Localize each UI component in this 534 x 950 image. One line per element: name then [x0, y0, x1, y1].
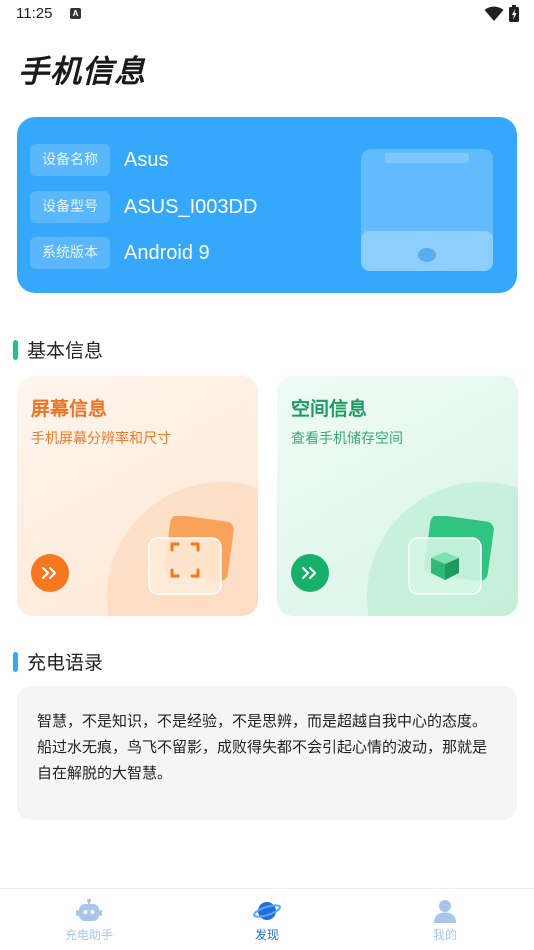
- quote-box: 智慧，不是知识，不是经验，不是思辨，而是超越自我中心的态度。船过水无痕，鸟飞不留…: [17, 686, 517, 820]
- wifi-icon: [484, 6, 504, 21]
- space-info-title: 空间信息: [291, 398, 368, 420]
- double-chevron-right-icon: [41, 566, 57, 580]
- quote-section-header: 充电语录: [13, 648, 103, 675]
- basic-info-section-header: 基本信息: [13, 336, 103, 363]
- status-bar: 11:25 A: [0, 0, 534, 28]
- planet-icon: [253, 902, 281, 920]
- quote-text: 智慧，不是知识，不是经验，不是思辨，而是超越自我中心的态度。船过水无痕，鸟飞不留…: [37, 712, 488, 782]
- screen-resize-icon: [148, 516, 234, 595]
- device-name-label: 设备名称: [30, 144, 110, 176]
- device-info-card: 设备名称 Asus 设备型号 ASUS_I003DD 系统版本 Android …: [17, 117, 517, 293]
- nav-item-discover[interactable]: 发现: [207, 899, 327, 943]
- device-model-value: ASUS_I003DD: [124, 195, 258, 218]
- screen-info-subtitle: 手机屏幕分辨率和尺寸: [31, 431, 171, 447]
- person-icon: [434, 900, 456, 923]
- screen-info-title: 屏幕信息: [31, 398, 108, 420]
- device-model-label: 设备型号: [30, 191, 110, 223]
- page-title: 手机信息: [18, 54, 146, 90]
- screen-info-go-button[interactable]: [31, 554, 69, 592]
- screen-info-card[interactable]: 屏幕信息 手机屏幕分辨率和尺寸: [17, 376, 258, 616]
- robot-icon: [76, 899, 102, 921]
- nav-label: 发现: [254, 928, 279, 942]
- system-version-value: Android 9: [124, 241, 210, 264]
- space-info-card[interactable]: 空间信息 查看手机储存空间: [277, 376, 518, 616]
- notification-icon: A: [70, 8, 81, 19]
- phone-illustration-icon: [361, 149, 493, 271]
- section-accent-bar: [13, 651, 18, 672]
- device-model-row: 设备型号 ASUS_I003DD: [30, 190, 257, 224]
- space-info-subtitle: 查看手机储存空间: [291, 431, 403, 447]
- nav-item-charge-assistant[interactable]: 充电助手: [29, 899, 149, 943]
- storage-box-icon: [408, 516, 494, 595]
- bottom-nav: 充电助手 发现 我的: [0, 888, 534, 950]
- double-chevron-right-icon: [301, 566, 317, 580]
- quote-section-title: 充电语录: [27, 652, 104, 674]
- space-info-go-button[interactable]: [291, 554, 329, 592]
- nav-label: 充电助手: [64, 928, 113, 942]
- system-version-row: 系统版本 Android 9: [30, 236, 210, 270]
- nav-item-mine[interactable]: 我的: [385, 899, 505, 943]
- basic-info-title: 基本信息: [27, 340, 104, 362]
- battery-icon: [509, 5, 519, 22]
- nav-label: 我的: [432, 928, 457, 942]
- status-time: 11:25: [16, 5, 53, 22]
- system-version-label: 系统版本: [30, 237, 110, 269]
- device-name-value: Asus: [124, 148, 169, 171]
- device-name-row: 设备名称 Asus: [30, 143, 168, 177]
- section-accent-bar: [13, 339, 18, 360]
